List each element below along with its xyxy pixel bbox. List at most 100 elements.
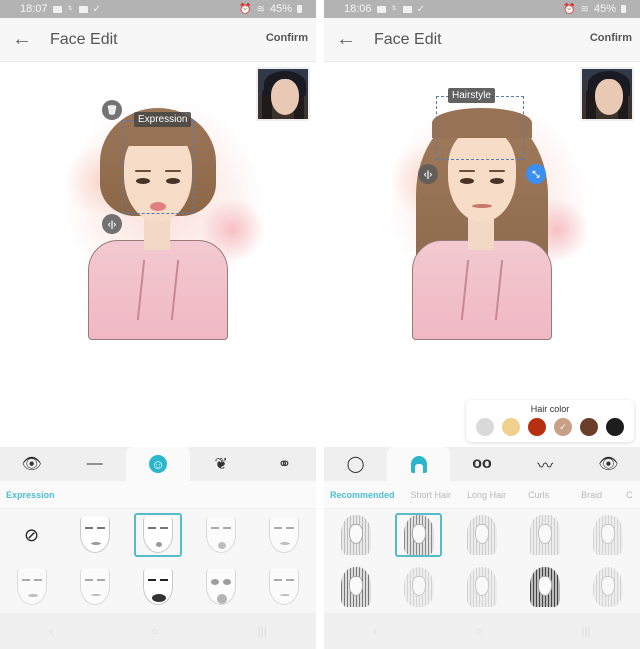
hair-color-swatch-selected[interactable]: ✓ xyxy=(554,418,572,436)
back-button[interactable]: ← xyxy=(0,18,44,62)
wifi-icon: ≋ xyxy=(580,3,589,15)
expression-option[interactable] xyxy=(63,509,126,561)
hair-color-swatches: ✓ xyxy=(476,418,624,436)
hairstyle-option[interactable] xyxy=(450,509,513,561)
tab-eyebrows[interactable]: — xyxy=(63,447,126,481)
avatar-canvas[interactable]: Hairstyle ‹|› ⤡ Hair color ✓ xyxy=(324,62,640,447)
tab-hair[interactable] xyxy=(387,447,451,481)
editor-tools: 👁 — ☺ ❦ ⚭ Expression ⊘ ‹ ○ ||| xyxy=(0,447,316,649)
expression-option[interactable] xyxy=(63,561,126,613)
hairstyle-editor-screen: 18:06 ⇅ ✓ ⏰ ≋ 45% ← Face Edit Confirm Ha… xyxy=(324,0,640,649)
subtab-recommended[interactable]: Recommended xyxy=(330,490,395,500)
back-button[interactable]: ← xyxy=(324,18,368,62)
gallery-icon xyxy=(78,5,88,13)
screenshot-comparison: 18:07 ⇅ ✓ ⏰ ≋ 45% ← Face Edit Confirm Ex… xyxy=(0,0,640,649)
status-bar: 18:06 ⇅ ✓ ⏰ ≋ 45% xyxy=(324,0,640,18)
selection-label: Hairstyle xyxy=(448,88,495,103)
app-bar: ← Face Edit Confirm xyxy=(324,18,640,62)
avatar-mouth xyxy=(472,204,492,208)
page-title: Face Edit xyxy=(50,30,118,48)
resize-handle-icon[interactable]: ⤡ xyxy=(526,164,546,184)
tab-eyes[interactable]: 👁 xyxy=(577,447,640,481)
subtab-more[interactable]: C xyxy=(626,490,633,500)
expression-option[interactable] xyxy=(190,561,253,613)
nav-recents-button[interactable]: ||| xyxy=(257,624,266,638)
accessory-icon: ⚭ xyxy=(277,456,292,473)
subtab-short-hair[interactable]: Short Hair xyxy=(411,490,452,500)
hair-color-picker: Hair color ✓ xyxy=(466,400,634,442)
subtab-braid[interactable]: Braid xyxy=(581,490,602,500)
face-shape-icon: ◯ xyxy=(346,456,365,473)
clock: 18:06 xyxy=(344,3,372,15)
expression-option[interactable] xyxy=(190,509,253,561)
tab-glasses[interactable]: oo xyxy=(450,447,513,481)
nav-back-button[interactable]: ‹ xyxy=(373,624,377,638)
tab-eyes[interactable]: 👁 xyxy=(0,447,63,481)
battery-icon xyxy=(621,5,626,13)
option-none[interactable]: ⊘ xyxy=(0,509,63,561)
hairstyle-option[interactable] xyxy=(324,509,387,561)
hair-color-swatch[interactable] xyxy=(580,418,598,436)
hairstyle-option[interactable] xyxy=(514,561,577,613)
battery-icon xyxy=(297,5,302,13)
hair-color-swatch[interactable] xyxy=(606,418,624,436)
confirm-button[interactable]: Confirm xyxy=(266,32,308,44)
expression-option-selected[interactable] xyxy=(126,509,189,561)
expression-option[interactable] xyxy=(0,561,63,613)
selection-label: Expression xyxy=(134,112,192,127)
move-handle-icon[interactable]: ‹|› xyxy=(102,214,122,234)
hairstyle-option[interactable] xyxy=(514,509,577,561)
expression-option[interactable] xyxy=(253,561,316,613)
download-done-icon: ✓ xyxy=(416,3,425,15)
mustache-icon: 〰 xyxy=(537,458,554,475)
confirm-button[interactable]: Confirm xyxy=(590,32,632,44)
tab-mustache[interactable]: 〰 xyxy=(514,447,577,481)
tab-beard[interactable]: ❦ xyxy=(190,447,253,481)
hairstyle-option[interactable] xyxy=(387,561,450,613)
hair-color-swatch[interactable] xyxy=(502,418,520,436)
data-speed-icon: ⇅ xyxy=(391,6,397,12)
status-bar: 18:07 ⇅ ✓ ⏰ ≋ 45% xyxy=(0,0,316,18)
nav-back-button[interactable]: ‹ xyxy=(49,624,53,638)
battery-level: 45% xyxy=(593,3,616,15)
hair-color-title: Hair color xyxy=(530,404,570,414)
avatar-canvas[interactable]: Expression 🗑 ‹|› xyxy=(0,62,316,447)
nav-home-button[interactable]: ○ xyxy=(152,624,159,638)
hairstyle-option[interactable] xyxy=(450,561,513,613)
app-bar: ← Face Edit Confirm xyxy=(0,18,316,62)
page-title: Face Edit xyxy=(374,30,442,48)
hairstyle-option[interactable] xyxy=(577,509,640,561)
gallery-icon xyxy=(402,5,412,13)
check-icon: ✓ xyxy=(559,421,567,432)
nav-recents-button[interactable]: ||| xyxy=(581,624,590,638)
eye-icon: 👁 xyxy=(21,456,42,473)
beard-icon: ❦ xyxy=(214,456,228,473)
expression-icon: ☺ xyxy=(149,455,167,473)
move-handle-icon[interactable]: ‹|› xyxy=(418,164,438,184)
hair-color-swatch[interactable] xyxy=(528,418,546,436)
tab-expression[interactable]: ☺ xyxy=(126,447,190,481)
subtab-expression[interactable]: Expression xyxy=(6,490,55,500)
clock: 18:07 xyxy=(20,3,48,15)
delete-icon[interactable]: 🗑 xyxy=(102,100,122,120)
tab-face-shape[interactable]: ◯ xyxy=(324,447,387,481)
nav-home-button[interactable]: ○ xyxy=(476,624,483,638)
hairstyle-option[interactable] xyxy=(324,561,387,613)
selection-box[interactable] xyxy=(122,120,194,214)
selection-box[interactable] xyxy=(436,96,524,160)
expression-option[interactable] xyxy=(126,561,189,613)
download-done-icon: ✓ xyxy=(92,3,101,15)
subtab-long-hair[interactable]: Long Hair xyxy=(467,490,506,500)
category-tabs: 👁 — ☺ ❦ ⚭ xyxy=(0,447,316,481)
expression-option[interactable] xyxy=(253,509,316,561)
system-nav-bar: ‹ ○ ||| xyxy=(324,613,640,649)
hairstyle-option[interactable] xyxy=(577,561,640,613)
hairstyle-option-selected[interactable] xyxy=(387,509,450,561)
hair-icon xyxy=(410,455,427,473)
tab-accessories[interactable]: ⚭ xyxy=(253,447,316,481)
hairstyle-grid xyxy=(324,509,640,613)
expression-editor-screen: 18:07 ⇅ ✓ ⏰ ≋ 45% ← Face Edit Confirm Ex… xyxy=(0,0,316,649)
hair-color-swatch[interactable] xyxy=(476,418,494,436)
subtab-curls[interactable]: Curls xyxy=(528,490,549,500)
category-tabs: ◯ oo 〰 👁 xyxy=(324,447,640,481)
